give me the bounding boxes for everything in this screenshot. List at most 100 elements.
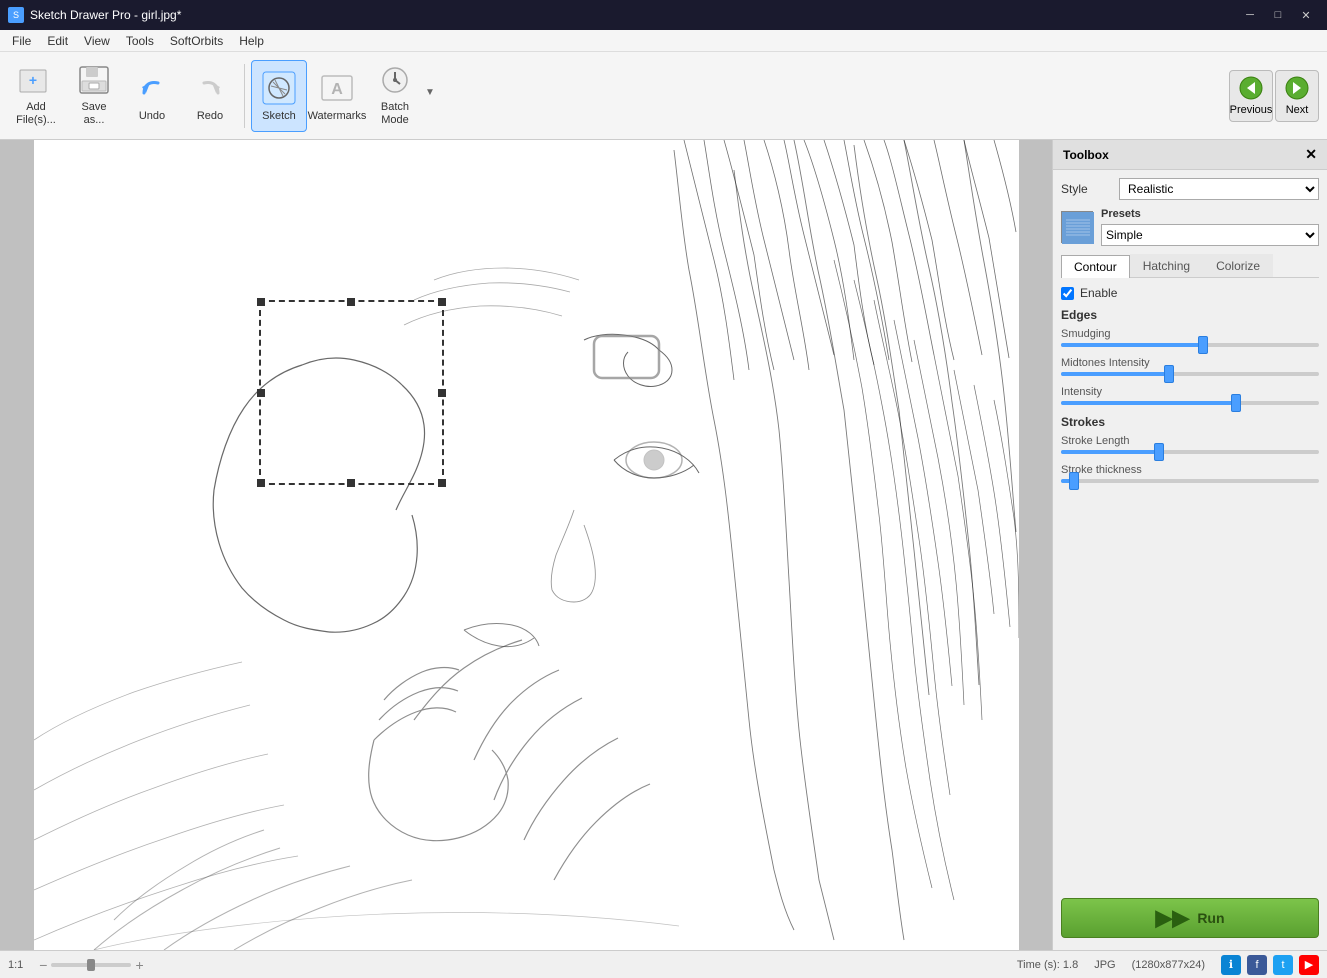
- menu-help[interactable]: Help: [231, 32, 272, 50]
- smudging-fill: [1061, 343, 1203, 347]
- toolbox-header: Toolbox ✕: [1053, 140, 1327, 170]
- intensity-row: Intensity: [1061, 386, 1319, 405]
- run-button[interactable]: ▶▶ Run: [1061, 898, 1319, 938]
- menu-softorbits[interactable]: SoftOrbits: [162, 32, 231, 50]
- twitter-icon[interactable]: t: [1273, 955, 1293, 975]
- menubar: File Edit View Tools SoftOrbits Help: [0, 30, 1327, 52]
- next-icon: [1285, 76, 1309, 100]
- presets-right: Presets Simple Detailed Soft Bold: [1101, 208, 1319, 246]
- facebook-icon[interactable]: f: [1247, 955, 1267, 975]
- youtube-icon[interactable]: ▶: [1299, 955, 1319, 975]
- titlebar: S Sketch Drawer Pro - girl.jpg* ─ □ ✕: [0, 0, 1327, 30]
- enable-label: Enable: [1080, 286, 1117, 300]
- stroke-thickness-thumb[interactable]: [1069, 472, 1079, 490]
- smudging-row: Smudging: [1061, 328, 1319, 347]
- stroke-length-thumb[interactable]: [1154, 443, 1164, 461]
- midtones-track[interactable]: [1061, 372, 1319, 376]
- svg-text:A: A: [331, 81, 343, 98]
- toolbox-close-icon[interactable]: ✕: [1305, 146, 1317, 163]
- canvas-area[interactable]: [0, 140, 1052, 950]
- enable-checkbox[interactable]: [1061, 287, 1074, 300]
- statusbar: 1:1 − + Time (s): 1.8 JPG (1280x877x24) …: [0, 950, 1327, 978]
- time-label: Time (s): 1.8: [1017, 959, 1078, 971]
- stroke-thickness-row: Stroke thickness: [1061, 464, 1319, 483]
- redo-icon: [192, 70, 228, 106]
- tab-colorize[interactable]: Colorize: [1203, 254, 1273, 277]
- intensity-thumb[interactable]: [1231, 394, 1241, 412]
- sketch-drawing: [34, 140, 1019, 950]
- app-title: Sketch Drawer Pro - girl.jpg*: [30, 8, 181, 22]
- previous-button[interactable]: Previous: [1229, 70, 1273, 122]
- sketch-label: Sketch: [262, 110, 296, 122]
- dropdown-arrow[interactable]: ▼: [425, 87, 435, 98]
- svg-text:+: +: [29, 72, 37, 88]
- intensity-fill: [1061, 401, 1236, 405]
- add-files-label: AddFile(s)...: [16, 101, 56, 127]
- next-label: Next: [1286, 104, 1309, 116]
- redo-label: Redo: [197, 110, 223, 122]
- menu-edit[interactable]: Edit: [39, 32, 76, 50]
- undo-label: Undo: [139, 110, 165, 122]
- next-button[interactable]: Next: [1275, 70, 1319, 122]
- style-row: Style Realistic Simple Detailed Cartoon: [1061, 178, 1319, 200]
- run-area: ▶▶ Run: [1053, 886, 1327, 950]
- midtones-label: Midtones Intensity: [1061, 357, 1319, 369]
- previous-icon: [1239, 76, 1263, 100]
- watermarks-button[interactable]: A Watermarks: [309, 60, 365, 132]
- titlebar-controls: ─ □ ✕: [1237, 5, 1319, 25]
- smudging-thumb[interactable]: [1198, 336, 1208, 354]
- save-as-icon: [76, 64, 112, 98]
- style-select[interactable]: Realistic Simple Detailed Cartoon: [1119, 178, 1319, 200]
- tab-contour[interactable]: Contour: [1061, 255, 1130, 278]
- redo-button[interactable]: Redo: [182, 60, 238, 132]
- stroke-thickness-track[interactable]: [1061, 479, 1319, 483]
- watermarks-label: Watermarks: [308, 110, 367, 122]
- info-icon[interactable]: ℹ: [1221, 955, 1241, 975]
- undo-button[interactable]: Undo: [124, 60, 180, 132]
- close-button[interactable]: ✕: [1293, 5, 1319, 25]
- sketch-icon: [261, 70, 297, 106]
- maximize-button[interactable]: □: [1265, 5, 1291, 25]
- titlebar-left: S Sketch Drawer Pro - girl.jpg*: [8, 7, 181, 23]
- presets-label: Presets: [1101, 208, 1319, 220]
- smudging-label: Smudging: [1061, 328, 1319, 340]
- minimize-button[interactable]: ─: [1237, 5, 1263, 25]
- stroke-length-track[interactable]: [1061, 450, 1319, 454]
- app-icon: S: [8, 7, 24, 23]
- menu-view[interactable]: View: [76, 32, 118, 50]
- zoom-in-icon[interactable]: +: [135, 957, 143, 973]
- add-files-button[interactable]: + AddFile(s)...: [8, 60, 64, 132]
- midtones-thumb[interactable]: [1164, 365, 1174, 383]
- stroke-length-label: Stroke Length: [1061, 435, 1319, 447]
- save-as-label: Saveas...: [81, 101, 106, 127]
- intensity-track[interactable]: [1061, 401, 1319, 405]
- toolbox-panel: Toolbox ✕ Style Realistic Simple Detaile…: [1052, 140, 1327, 950]
- statusbar-left: 1:1: [8, 959, 23, 971]
- zoom-slider-thumb[interactable]: [87, 959, 95, 971]
- navigation-area: Previous Next: [1229, 70, 1319, 122]
- enable-row: Enable: [1061, 286, 1319, 300]
- zoom-slider-track[interactable]: [51, 963, 131, 967]
- sketch-canvas[interactable]: [34, 140, 1019, 950]
- presets-select[interactable]: Simple Detailed Soft Bold: [1101, 224, 1319, 246]
- separator-1: [244, 64, 245, 128]
- previous-label: Previous: [1230, 104, 1273, 116]
- midtones-row: Midtones Intensity: [1061, 357, 1319, 376]
- zoom-out-icon[interactable]: −: [39, 957, 47, 973]
- save-as-button[interactable]: Saveas...: [66, 60, 122, 132]
- tab-row: Contour Hatching Colorize: [1061, 254, 1319, 278]
- run-icon: ▶▶: [1155, 905, 1189, 931]
- sketch-button[interactable]: Sketch: [251, 60, 307, 132]
- edges-label: Edges: [1061, 308, 1319, 322]
- menu-file[interactable]: File: [4, 32, 39, 50]
- batch-mode-label: BatchMode: [381, 101, 409, 127]
- statusbar-zoom: − +: [39, 957, 143, 973]
- toolbar-group-main: + AddFile(s)... Saveas...: [8, 56, 435, 136]
- tab-hatching[interactable]: Hatching: [1130, 254, 1203, 277]
- smudging-track[interactable]: [1061, 343, 1319, 347]
- menu-tools[interactable]: Tools: [118, 32, 162, 50]
- midtones-fill: [1061, 372, 1169, 376]
- presets-section: Presets Simple Detailed Soft Bold: [1061, 208, 1319, 246]
- stroke-length-fill: [1061, 450, 1159, 454]
- batch-mode-button[interactable]: BatchMode: [367, 60, 423, 132]
